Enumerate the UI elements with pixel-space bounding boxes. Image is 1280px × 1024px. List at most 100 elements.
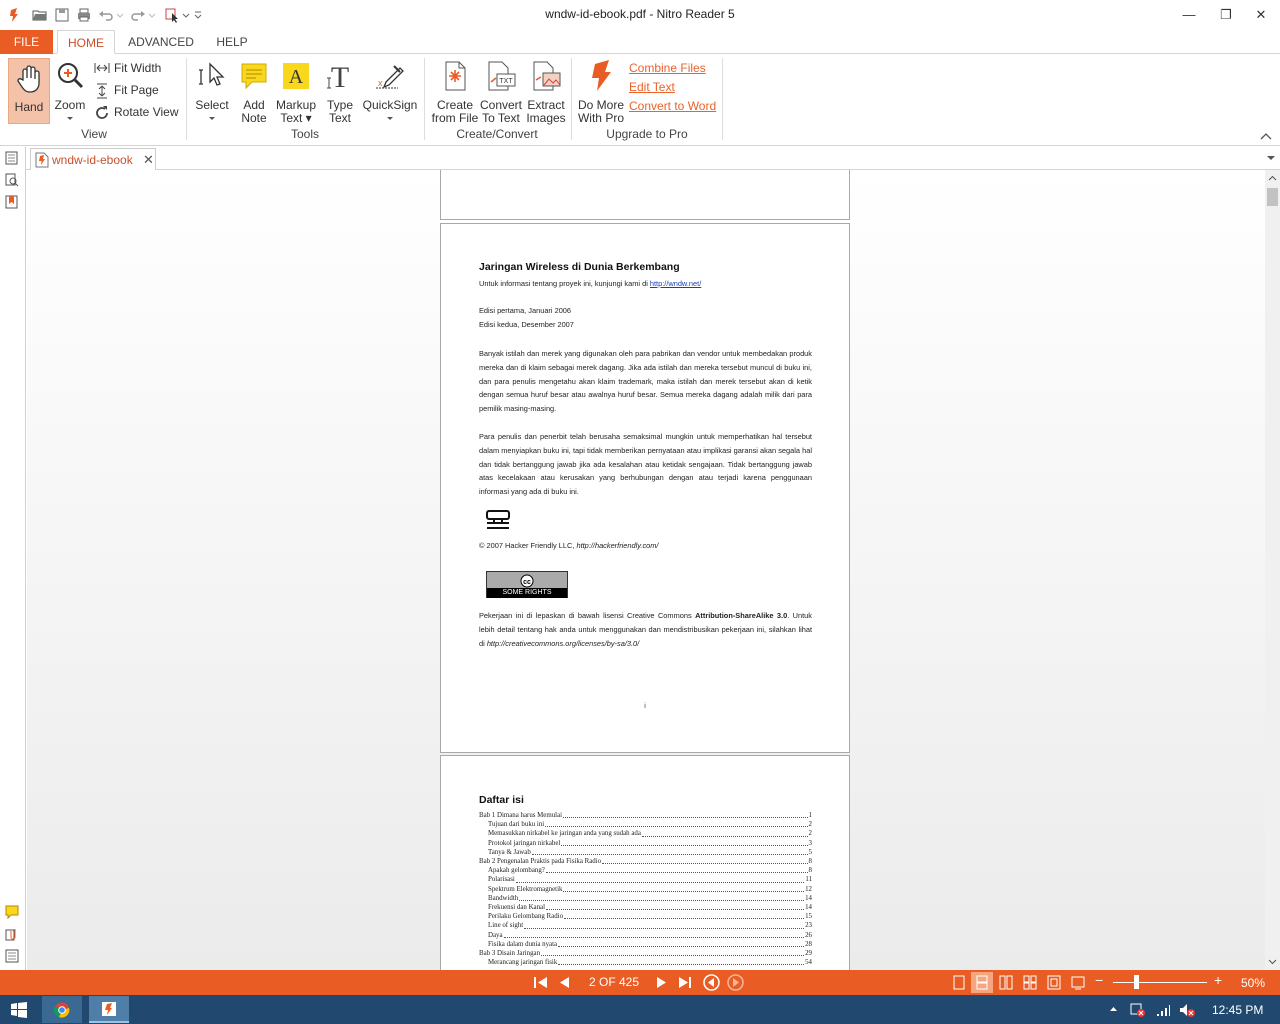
full-screen-view-icon[interactable] <box>1071 975 1085 990</box>
scroll-down-icon[interactable] <box>1268 959 1277 965</box>
svg-text:T: T <box>331 61 349 92</box>
collapse-ribbon-icon[interactable] <box>1260 132 1272 140</box>
add-note-button[interactable]: Add Note <box>236 60 272 125</box>
select-button[interactable]: Select <box>193 60 231 124</box>
toc-entry[interactable]: Daya 26 <box>479 931 812 940</box>
edition-first: Edisi pertama, Januari 2006 <box>479 306 572 315</box>
last-page-icon[interactable] <box>678 976 692 989</box>
network-signal-icon[interactable] <box>1155 1002 1171 1018</box>
toc-entry[interactable]: Bab 1 Dimana harus Memulai 1 <box>479 811 812 820</box>
scrollbar-thumb[interactable] <box>1267 188 1278 206</box>
zoom-button[interactable]: Zoom <box>52 60 88 126</box>
maximize-button[interactable]: ❐ <box>1209 4 1243 26</box>
previous-view-icon[interactable] <box>703 974 720 991</box>
tab-help[interactable]: HELP <box>212 30 252 54</box>
document-tab[interactable]: wndw-id-ebook ✕ <box>30 148 156 170</box>
page-number-field[interactable]: 2 OF 425 <box>580 973 648 992</box>
output-panel-icon[interactable] <box>5 949 19 963</box>
rotate-view-icon <box>96 106 108 119</box>
add-note-label-2: Note <box>241 111 267 125</box>
edit-text-link[interactable]: Edit Text <box>629 80 675 94</box>
rotate-view-button[interactable]: Rotate View <box>94 104 180 122</box>
single-page-view-icon[interactable] <box>953 975 965 990</box>
toc-entry-title: Bab 2 Pengenalan Praktis pada Fisika Rad… <box>479 858 602 866</box>
facing-view-icon[interactable] <box>999 975 1013 990</box>
fit-page-view-icon[interactable] <box>1047 975 1061 990</box>
toc-entry[interactable]: Tujuan dari buku ini 2 <box>479 820 812 829</box>
windows-start-icon[interactable] <box>11 1002 27 1018</box>
toc-entry[interactable]: Memasukkan nirkabel ke jaringan anda yan… <box>479 829 812 838</box>
note-icon <box>241 63 267 90</box>
previous-page-icon[interactable] <box>558 976 570 989</box>
zoom-slider-track[interactable] <box>1113 982 1207 983</box>
tab-file[interactable]: FILE <box>0 30 53 54</box>
toc-entry[interactable]: Apakah gelombang? 8 <box>479 866 812 875</box>
toc-entry[interactable]: Perilaku Gelombang Radio 15 <box>479 912 812 921</box>
facing-continuous-view-icon[interactable] <box>1023 975 1037 990</box>
copyright-text: © 2007 Hacker Friendly LLC, <box>479 541 577 550</box>
quicksign-button[interactable]: x QuickSign <box>362 60 418 124</box>
type-text-button[interactable]: T Type Text <box>322 60 358 125</box>
minimize-button[interactable]: — <box>1172 4 1206 26</box>
toc-entry[interactable]: Bab 3 Disain Jaringan 29 <box>479 949 812 958</box>
convert-to-text-button[interactable]: TXT Convert To Text <box>478 60 524 125</box>
toc-entry[interactable]: Tanya & Jawab 5 <box>479 848 812 857</box>
toc-entry[interactable]: Protokol jaringan nirkabel 3 <box>479 839 812 848</box>
markup-text-button[interactable]: A Markup Text ▾ <box>274 60 318 125</box>
next-view-icon[interactable] <box>727 974 744 991</box>
next-page-icon[interactable] <box>656 976 668 989</box>
attachments-panel-icon[interactable] <box>5 927 19 941</box>
bookmarks-panel-icon[interactable] <box>5 195 19 209</box>
zoom-slider-thumb[interactable] <box>1134 975 1139 989</box>
toc-entry-title: Apakah gelombang? <box>488 867 545 875</box>
combine-files-link[interactable]: Combine Files <box>629 61 706 75</box>
convert-to-word-link[interactable]: Convert to Word <box>629 99 716 113</box>
tab-advanced[interactable]: ADVANCED <box>128 30 194 54</box>
domore-label-2: With Pro <box>577 111 624 125</box>
toc-title: Daftar isi <box>479 794 524 806</box>
fit-page-label: Fit Page <box>114 83 159 97</box>
first-page-icon[interactable] <box>534 976 548 989</box>
toc-leader-dots <box>519 894 805 902</box>
create-from-file-button[interactable]: Create from File <box>430 60 480 125</box>
toc-entry[interactable]: Fisika dalam dunia nyata 28 <box>479 940 812 949</box>
toc-entry[interactable]: Frekuensi dan Kanal 14 <box>479 903 812 912</box>
document-viewport[interactable]: Jaringan Wireless di Dunia Berkembang Un… <box>27 170 1265 970</box>
toc-entry-title: Bandwidth <box>488 894 519 902</box>
toc-entry[interactable]: Line of sight 23 <box>479 921 812 930</box>
pages-panel-icon[interactable] <box>5 151 19 165</box>
close-tab-icon[interactable]: ✕ <box>143 152 154 168</box>
status-bar: 2 OF 425 − + 50% <box>0 970 1280 995</box>
fit-page-button[interactable]: Fit Page <box>94 82 174 100</box>
toc-leader-dots <box>546 903 805 911</box>
toc-entry[interactable]: Bandwidth 14 <box>479 894 812 903</box>
document-tab-bar: wndw-id-ebook ✕ <box>26 147 1280 170</box>
toc-entry[interactable]: Polarisasi 11 <box>479 875 812 884</box>
type-label-2: Text <box>328 111 351 125</box>
toc-entry[interactable]: Spektrum Elektromagnetik 12 <box>479 885 812 894</box>
fit-width-button[interactable]: Fit Width <box>94 60 174 78</box>
zoom-out-icon[interactable]: − <box>1095 972 1103 988</box>
toc-entry[interactable]: Bab 2 Pengenalan Praktis pada Fisika Rad… <box>479 857 812 866</box>
scroll-up-icon[interactable] <box>1268 175 1277 181</box>
vertical-scrollbar[interactable] <box>1265 170 1280 970</box>
search-panel-icon[interactable] <box>5 173 19 187</box>
do-more-with-pro-button[interactable]: Do More With Pro <box>576 60 626 125</box>
toc-entry[interactable]: Merancang jaringan fisik 54 <box>479 958 812 967</box>
hand-tool-button[interactable]: Hand <box>8 58 50 124</box>
continuous-view-active[interactable] <box>971 972 993 993</box>
nitro-taskbar-button[interactable] <box>89 996 129 1023</box>
comments-panel-icon[interactable] <box>5 905 19 919</box>
chrome-taskbar-button[interactable] <box>42 996 82 1023</box>
show-hidden-icons-icon[interactable] <box>1109 1006 1118 1012</box>
cc-license-badge: cc SOME RIGHTS RESERVED <box>486 571 568 606</box>
zoom-in-icon[interactable]: + <box>1214 972 1222 988</box>
wndw-link[interactable]: http://wndw.net/ <box>650 279 701 288</box>
extract-images-button[interactable]: Extract Images <box>524 60 568 125</box>
table-of-contents: Bab 1 Dimana harus Memulai 1 Tujuan dari b… <box>479 811 812 967</box>
action-center-icon[interactable] <box>1130 1002 1146 1018</box>
tab-home[interactable]: HOME <box>57 30 115 54</box>
volume-muted-icon[interactable] <box>1179 1002 1195 1018</box>
tab-list-dropdown-icon[interactable] <box>1266 155 1276 161</box>
close-button[interactable]: ✕ <box>1244 4 1278 26</box>
